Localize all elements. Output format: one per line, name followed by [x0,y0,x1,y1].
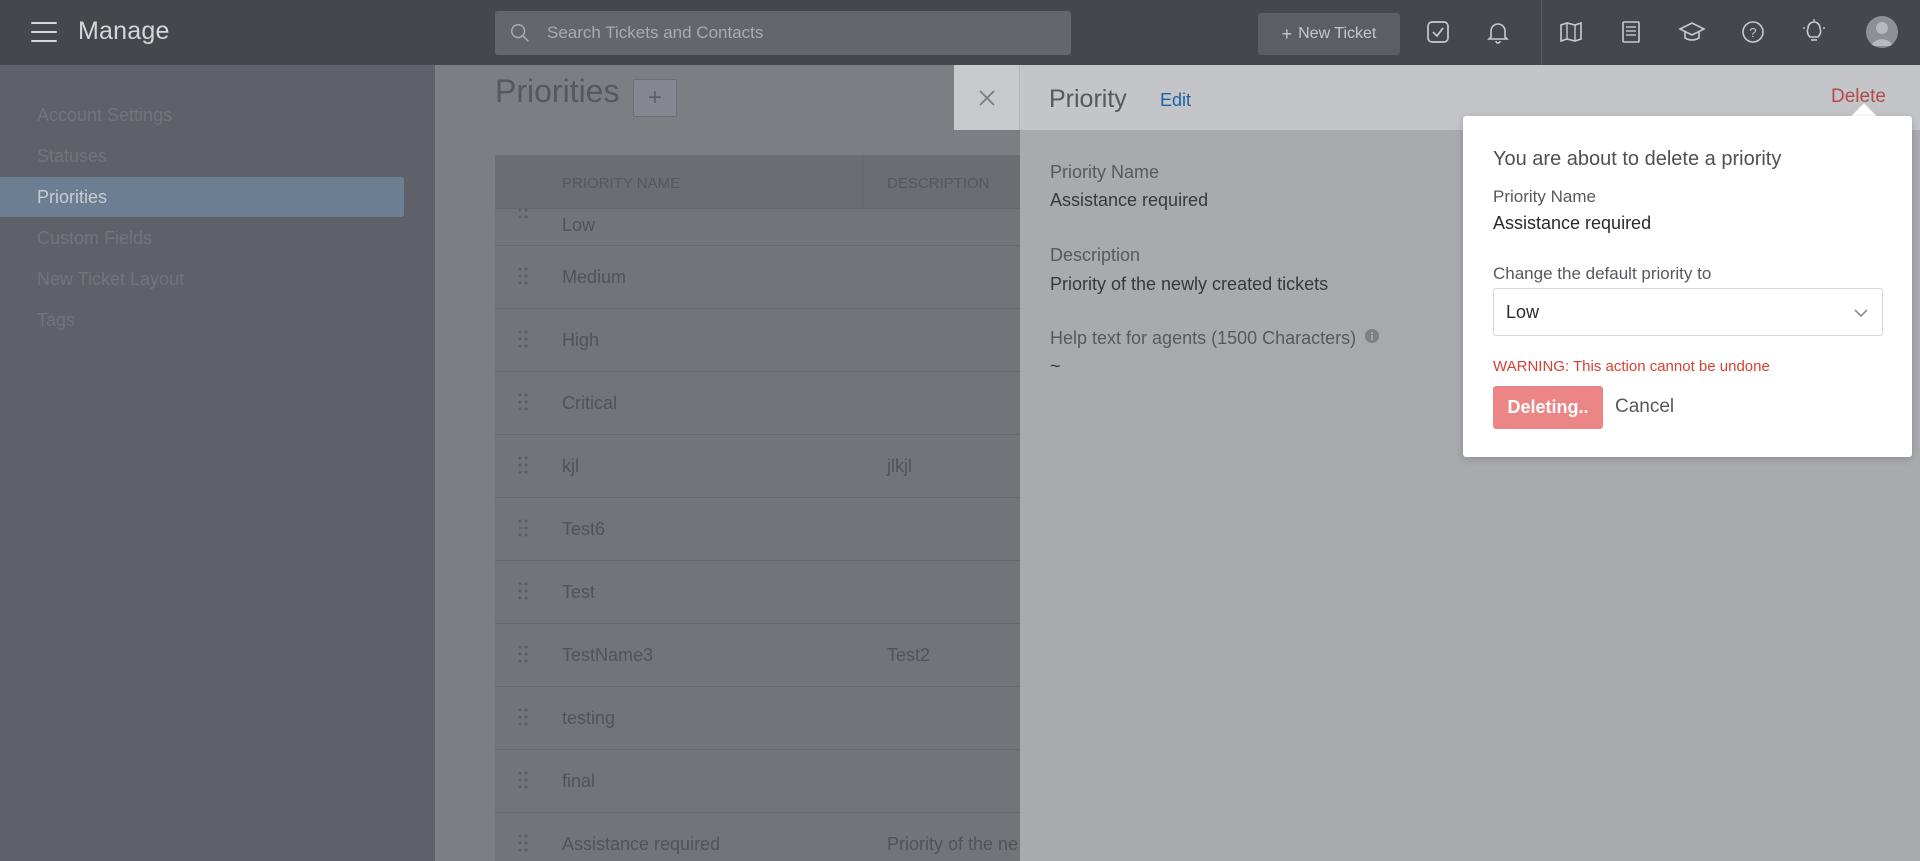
priority-name-label: Priority Name [1050,162,1160,182]
check-square-icon[interactable] [1423,17,1453,47]
table-row[interactable]: Assistance required Priority of the ne [495,813,1095,861]
table-row[interactable]: kjl jlkjl [495,435,1095,498]
priority-description: Test2 [887,645,931,665]
page-title: Priorities [495,73,620,109]
priority-name: Low [562,215,596,235]
close-panel-button[interactable] [954,65,1020,130]
column-header-priority-name[interactable]: PRIORITY NAME [562,175,680,192]
priority-description: Priority of the ne [887,834,1019,854]
priorities-table: PRIORITY NAME DESCRIPTION Low Medium Hig… [495,155,1095,861]
table-row[interactable]: Critical [495,372,1095,435]
priority-name: Critical [562,393,618,413]
top-bar: Manage + New Ticket ? [0,0,1920,65]
help-text-label: Help text for agents (1500 Characters) [1050,328,1357,348]
table-row[interactable]: TestName3 Test2 [495,624,1095,687]
info-icon[interactable] [1364,328,1380,344]
search-bar[interactable] [495,11,1071,55]
sidebar-item-custom-fields[interactable]: Custom Fields [0,218,404,258]
priority-name: Assistance required [562,834,721,854]
search-input[interactable] [547,23,1071,43]
drag-handle-icon[interactable] [517,329,529,349]
column-header-description[interactable]: DESCRIPTION [887,175,990,192]
popover-title: You are about to delete a priority [1493,148,1782,170]
description-value: Priority of the newly created tickets [1050,274,1329,294]
warning-text: WARNING: This action cannot be undone [1493,358,1770,375]
table-header: PRIORITY NAME DESCRIPTION [495,155,1095,209]
change-default-label: Change the default priority to [1493,264,1712,283]
priority-name: TestName3 [562,645,654,665]
new-ticket-button[interactable]: + New Ticket [1258,13,1400,55]
priority-name: kjl [562,456,579,476]
table-row[interactable]: Low [495,207,1095,246]
sidebar-item-statuses[interactable]: Statuses [0,136,404,176]
graduation-cap-icon[interactable] [1677,17,1707,47]
drag-handle-icon[interactable] [517,518,529,538]
priority-name: Test [562,582,596,602]
popover-name-label: Priority Name [1493,187,1596,206]
bell-icon[interactable] [1483,17,1513,47]
drag-handle-icon[interactable] [517,581,529,601]
priority-name: final [562,771,596,791]
help-text-value: ~ [1050,356,1061,376]
hamburger-menu-icon[interactable] [31,22,57,42]
drag-handle-icon[interactable] [517,455,529,475]
priority-name-value: Assistance required [1050,190,1209,210]
popover-name-value: Assistance required [1493,213,1652,233]
plus-icon: + [1281,23,1293,44]
priority-description: jlkjl [887,456,912,476]
add-priority-button[interactable]: + [633,79,677,117]
table-row[interactable]: testing [495,687,1095,750]
priority-name: testing [562,708,616,728]
default-priority-select[interactable]: Low [1493,288,1883,336]
sidebar-item-account-settings[interactable]: Account Settings [0,95,404,135]
panel-title: Priority [1049,85,1127,113]
lightbulb-icon[interactable] [1799,17,1829,47]
table-row[interactable]: Medium [495,246,1095,309]
help-circle-icon[interactable]: ? [1738,17,1768,47]
drag-handle-icon[interactable] [517,770,529,790]
deleting-button[interactable]: Deleting.. [1493,386,1603,429]
drag-handle-icon[interactable] [517,833,529,853]
table-row[interactable]: final [495,750,1095,813]
drag-handle-icon[interactable] [517,707,529,727]
delete-confirmation-popover: You are about to delete a priority Prior… [1463,116,1912,457]
drag-handle-icon[interactable] [517,266,529,286]
sidebar: Account Settings Statuses Priorities Cus… [0,65,435,861]
drag-handle-icon[interactable] [517,207,529,227]
description-label: Description [1050,245,1141,265]
priority-name: Test6 [562,519,606,539]
sidebar-item-priorities[interactable]: Priorities [0,177,404,217]
newspaper-icon[interactable] [1616,17,1646,47]
app-title: Manage [78,17,170,45]
delete-link[interactable]: Delete [1831,86,1886,108]
selected-priority: Low [1506,301,1540,322]
header-divider [1541,0,1542,65]
drag-handle-icon[interactable] [517,644,529,664]
cancel-button[interactable]: Cancel [1615,396,1674,418]
table-row[interactable]: Test [495,561,1095,624]
drag-handle-icon[interactable] [517,392,529,412]
svg-text:?: ? [1749,25,1756,40]
table-row[interactable]: High [495,309,1095,372]
sidebar-item-tags[interactable]: Tags [0,300,404,340]
new-ticket-label: New Ticket [1298,25,1377,42]
table-row[interactable]: Test6 [495,498,1095,561]
priority-name: High [562,330,600,350]
search-icon [511,24,529,42]
map-icon[interactable] [1556,17,1586,47]
priority-name: Medium [562,267,627,287]
sidebar-item-new-ticket-layout[interactable]: New Ticket Layout [0,259,404,299]
column-divider [863,155,864,209]
close-icon [978,89,995,106]
edit-link[interactable]: Edit [1160,90,1191,111]
chevron-down-icon [1854,309,1868,318]
avatar[interactable] [1866,16,1898,48]
